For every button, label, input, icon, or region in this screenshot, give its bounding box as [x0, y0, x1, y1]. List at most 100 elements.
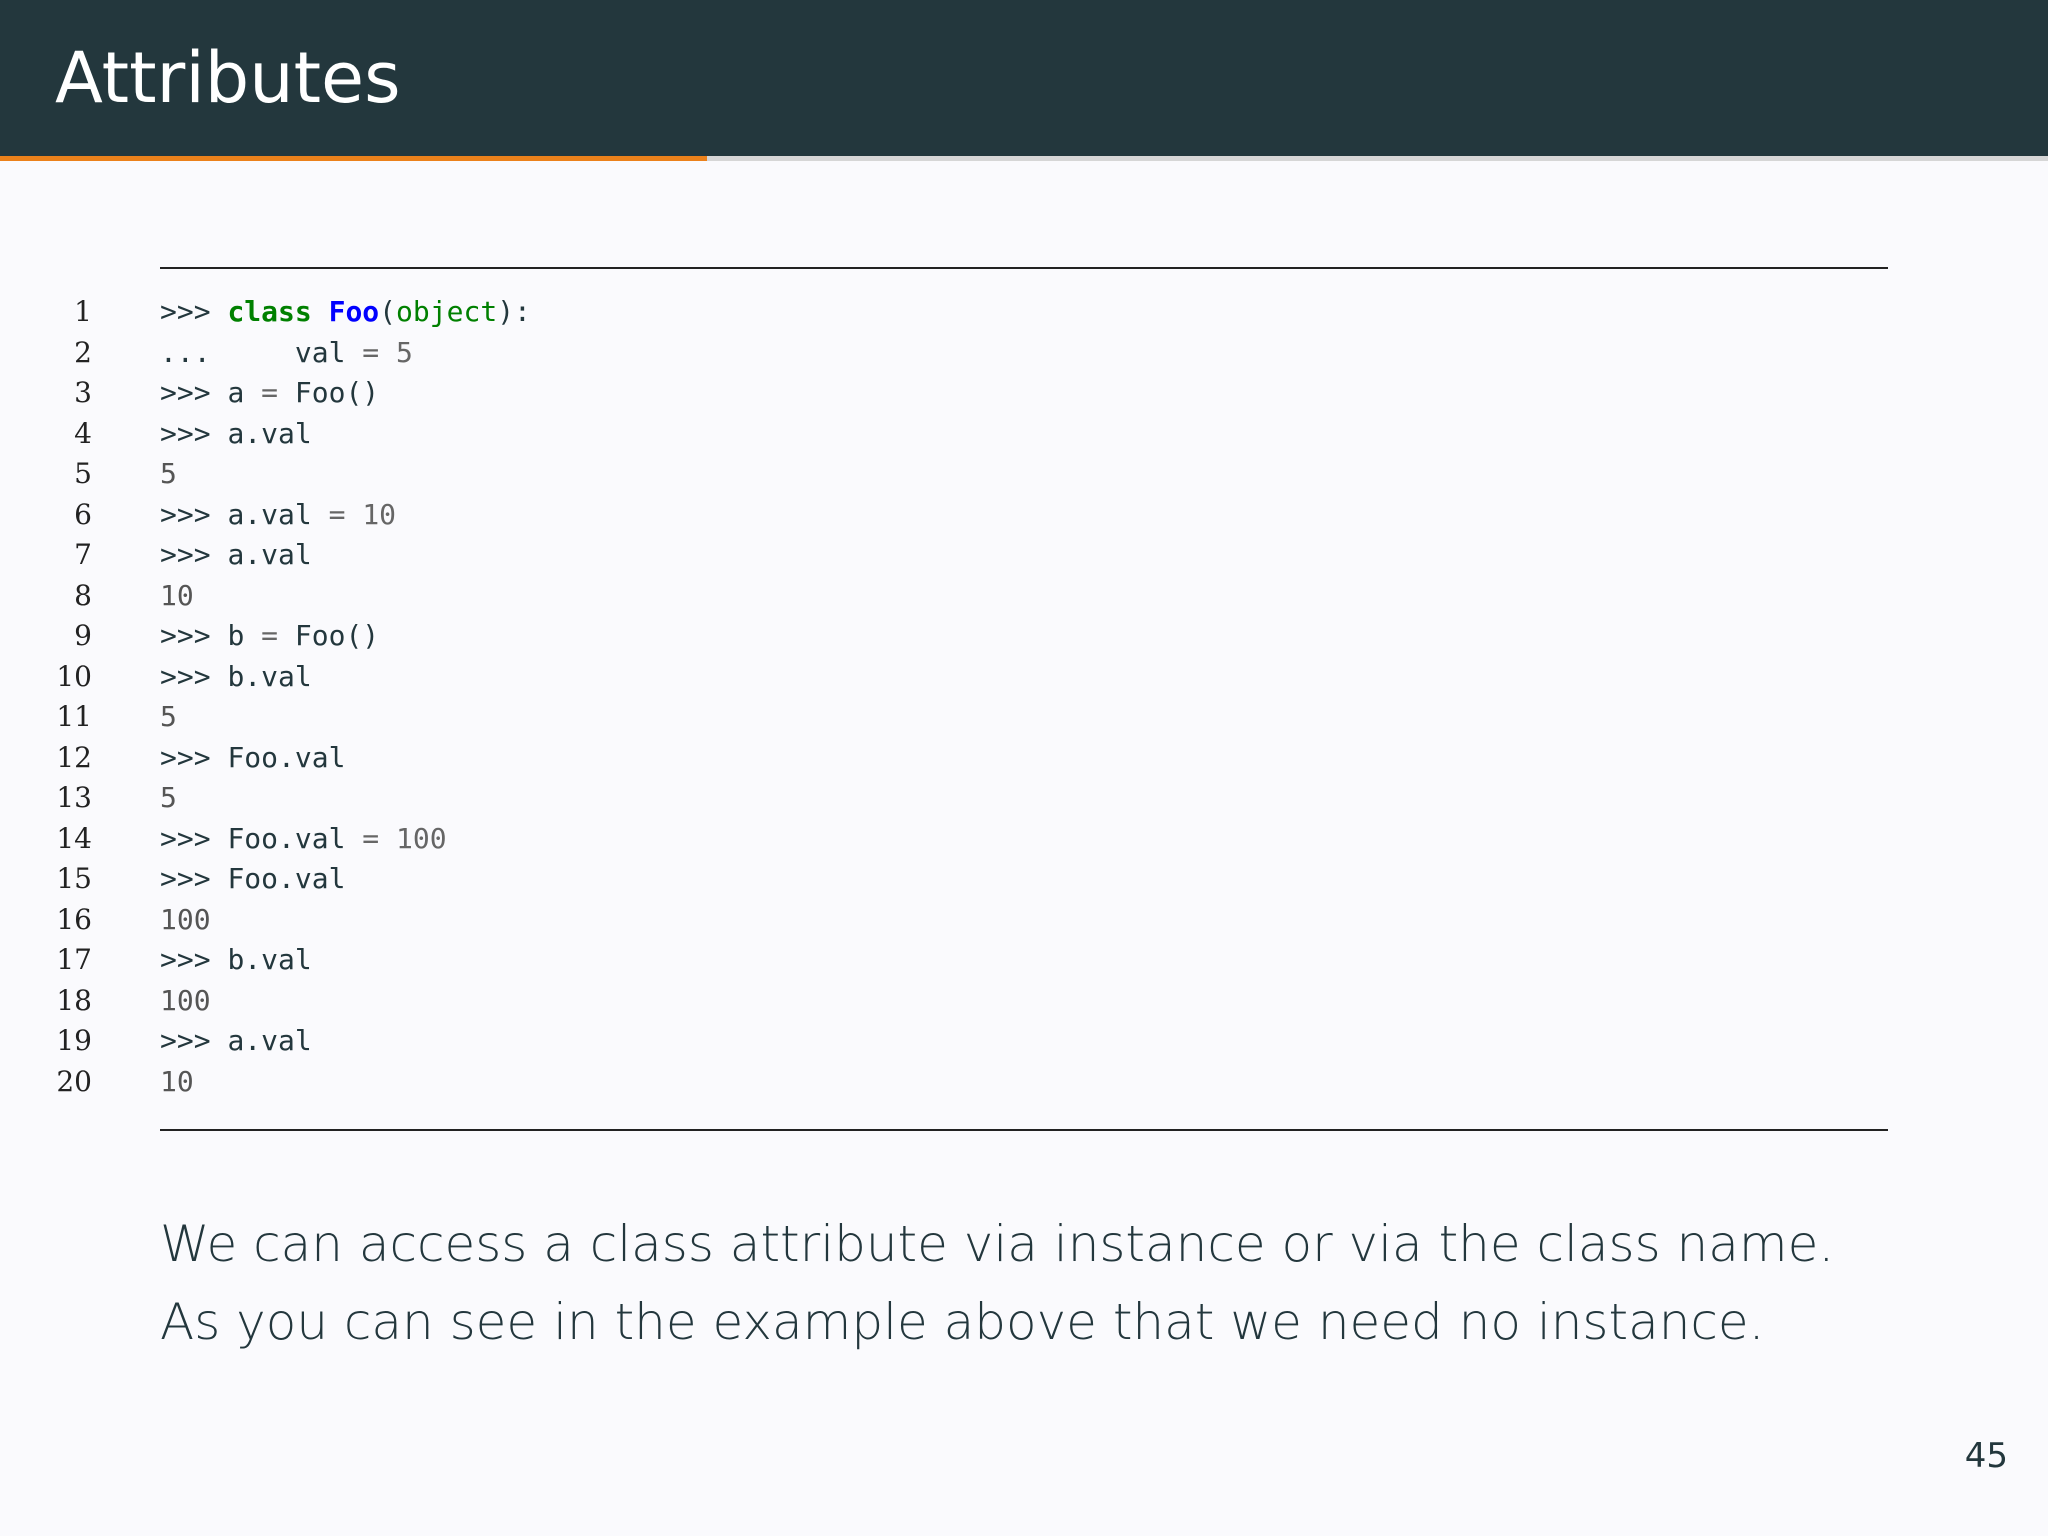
code-line: 19 >>> a.val — [0, 1021, 2048, 1062]
code-token: val — [294, 335, 363, 369]
code-token: >>> — [160, 376, 228, 409]
code-token: = — [328, 497, 346, 531]
code-line: 7 >>> a.val — [0, 535, 2048, 576]
code-token: b.val — [227, 943, 312, 976]
code-token: Foo — [328, 295, 380, 328]
code-token: >>> — [160, 619, 228, 652]
code-line: 16 100 — [0, 900, 2048, 941]
code-token: a.val — [227, 538, 312, 571]
code-line: 14 >>> Foo.val = 100 — [0, 819, 2048, 860]
line-code: >>> a.val — [160, 535, 312, 575]
code-token: >>> — [160, 943, 228, 976]
code-token: 100 — [160, 983, 211, 1017]
code-token: = — [261, 619, 279, 652]
line-code: >>> a = Foo() — [160, 373, 379, 413]
line-code: >>> b.val — [160, 657, 312, 697]
code-token: >>> — [160, 1024, 228, 1057]
code-line: 3 >>> a = Foo() — [0, 373, 2048, 414]
code-line: 17 >>> b.val — [0, 940, 2048, 981]
code-line: 9 >>> b = Foo() — [0, 616, 2048, 657]
code-token: 100 — [160, 902, 211, 936]
line-number: 4 — [74, 416, 92, 450]
line-code: >>> class Foo(object): — [160, 292, 531, 332]
line-number: 2 — [74, 335, 92, 369]
code-token: >>> — [160, 538, 228, 571]
code-token: 100 — [396, 821, 447, 855]
code-token: b.val — [227, 659, 312, 693]
line-code: 100 — [160, 900, 211, 940]
line-number: 5 — [74, 457, 92, 490]
line-number: 18 — [56, 983, 92, 1017]
code-token: >>> — [160, 295, 228, 328]
code-token: 5 — [396, 335, 413, 369]
progress-bar-fill — [0, 156, 707, 161]
code-line: 2... val = 5 — [0, 333, 2048, 374]
code-token: >>> — [160, 821, 228, 855]
code-token: a — [227, 376, 262, 409]
line-code: >>> Foo.val = 100 — [160, 819, 447, 859]
code-token: 10 — [362, 497, 397, 531]
code-line: 15 >>> Foo.val — [0, 859, 2048, 900]
line-code: >>> Foo.val — [160, 738, 345, 778]
code-token: Foo.val — [227, 740, 346, 774]
code-listing: 1 >>> class Foo(object): 2... val = 5 3 >>> … — [0, 292, 2048, 1102]
line-number: 1 — [74, 295, 92, 328]
line-code: >>> b = Foo() — [160, 616, 379, 656]
code-line: 20 10 — [0, 1062, 2048, 1103]
line-number: 3 — [74, 376, 92, 409]
slide-header: Attributes — [0, 0, 2048, 158]
code-line: 18 100 — [0, 981, 2048, 1022]
code-token: >>> — [160, 740, 228, 774]
line-number: 9 — [74, 619, 92, 652]
line-code: >>> a.val — [160, 414, 312, 454]
line-number: 12 — [56, 740, 92, 774]
line-code: >>> a.val — [160, 1021, 312, 1061]
line-number: 10 — [56, 659, 92, 693]
body-paragraph: We can access a class attribute via inst… — [160, 1215, 1835, 1351]
line-number: 8 — [74, 578, 92, 612]
code-token: b — [227, 619, 262, 652]
code-token: >>> — [160, 659, 228, 693]
code-token: 5 — [160, 781, 177, 814]
code-token: = — [362, 821, 380, 855]
code-token: ( — [379, 295, 397, 328]
code-token: 10 — [160, 1064, 194, 1098]
line-number: 11 — [56, 700, 92, 733]
code-token: 5 — [160, 700, 177, 733]
line-code: 5 — [160, 697, 177, 737]
code-token: 5 — [160, 457, 177, 490]
code-line: 11 5 — [0, 697, 2048, 738]
code-token: object — [396, 295, 498, 328]
line-code: 100 — [160, 981, 211, 1021]
code-token: ): — [497, 295, 531, 328]
line-number: 13 — [56, 781, 92, 814]
code-token: Foo() — [278, 619, 380, 652]
line-number: 16 — [56, 902, 92, 936]
code-token: = — [261, 376, 279, 409]
line-code: >>> b.val — [160, 940, 312, 980]
line-number: 6 — [74, 497, 92, 531]
code-token: >>> — [160, 497, 228, 531]
code-top-rule — [160, 267, 1888, 269]
line-code: 10 — [160, 576, 194, 616]
code-token: >>> — [160, 416, 228, 450]
line-number: 20 — [56, 1064, 92, 1098]
line-number: 17 — [56, 943, 92, 976]
code-token: Foo.val — [227, 862, 346, 895]
code-token: >>> — [160, 862, 228, 895]
slide-title: Attributes — [55, 37, 401, 119]
code-token: ... — [160, 335, 295, 369]
code-token: Foo.val — [227, 821, 363, 855]
code-line: 8 10 — [0, 576, 2048, 617]
code-token: a.val — [227, 497, 329, 531]
line-number: 19 — [56, 1024, 92, 1057]
line-code: >>> Foo.val — [160, 859, 345, 899]
code-line: 13 5 — [0, 778, 2048, 819]
code-line: 12 >>> Foo.val — [0, 738, 2048, 779]
line-code: 5 — [160, 454, 177, 494]
code-line: 55 — [0, 454, 2048, 495]
line-code: 10 — [160, 1062, 194, 1102]
